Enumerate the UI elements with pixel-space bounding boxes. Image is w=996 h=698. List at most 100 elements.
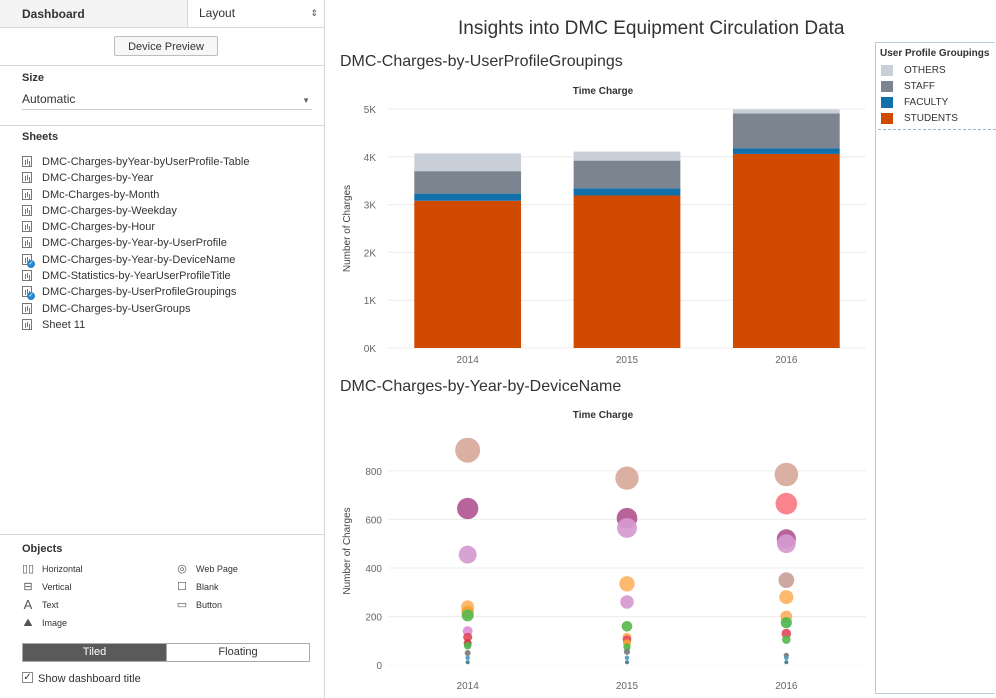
- worksheet-icon: [22, 302, 32, 314]
- object-label: Text: [42, 600, 59, 610]
- bar-segment: [573, 188, 681, 196]
- worksheet-icon: [22, 188, 32, 200]
- y-tick-label: 0: [376, 661, 382, 672]
- tab-layout-label: Layout: [199, 6, 236, 20]
- y-tick-label: 0K: [364, 344, 377, 355]
- sheet-item-label: DMC-Charges-by-Year: [42, 172, 154, 185]
- scatter-point: [464, 650, 471, 656]
- sheet-item-label: DMC-Charges-by-Hour: [42, 221, 156, 234]
- tiled-button[interactable]: Tiled: [23, 644, 166, 661]
- divider: [0, 125, 324, 126]
- object-label: Horizontal: [42, 564, 83, 574]
- scatter-point: [461, 609, 474, 622]
- legend-swatch: [881, 97, 893, 108]
- bar-segment: [732, 109, 840, 114]
- scatter-point: [778, 572, 795, 589]
- scatter-point: [619, 576, 635, 592]
- scatter-point: [620, 595, 634, 609]
- bar-segment: [573, 195, 681, 348]
- worksheet-icon: [22, 204, 32, 216]
- size-value: Automatic: [22, 92, 76, 106]
- size-dropdown[interactable]: Automatic ▼: [22, 91, 312, 110]
- sheets-title: Sheets: [22, 131, 59, 143]
- bar-segment: [414, 193, 522, 201]
- objects-title: Objects: [22, 543, 63, 555]
- scatter-point: [625, 660, 629, 665]
- y-tick-label: 4K: [364, 153, 377, 164]
- legend-label: FACULTY: [904, 97, 949, 108]
- up-down-arrow-icon: ⇕: [310, 8, 318, 18]
- scatter-point: [463, 641, 472, 650]
- button-icon: ▭: [176, 599, 188, 611]
- chevron-down-icon: ▼: [302, 96, 310, 105]
- scatter-point: [779, 590, 794, 605]
- y-tick-label: 600: [365, 515, 382, 526]
- sheet-item-label: DMC-Charges-by-UserGroups: [42, 302, 191, 315]
- bar-segment: [732, 113, 840, 149]
- legend-swatch: [881, 113, 893, 124]
- image-icon: ⛰: [23, 617, 33, 629]
- object-label: Button: [196, 600, 223, 610]
- text-icon: A: [23, 597, 33, 612]
- bar-segment: [732, 153, 840, 348]
- chart-subtitle: Time Charge: [573, 410, 634, 421]
- floating-button[interactable]: Floating: [166, 644, 309, 661]
- sheet-item-label: DMC-Charges-by-UserProfileGroupings: [42, 286, 237, 299]
- divider: [0, 65, 324, 66]
- bar-segment: [414, 171, 522, 194]
- tab-layout[interactable]: Layout ⇕: [187, 0, 324, 28]
- dashboard-pane: Dashboard Layout ⇕ Device Preview Size A…: [0, 0, 325, 698]
- sheet-item-label: DMc-Charges-by-Month: [42, 188, 160, 201]
- legend-label: STAFF: [904, 81, 935, 92]
- worksheet-icon: [22, 237, 32, 249]
- scatter-point: [465, 660, 470, 665]
- sheet-item-label: Sheet 11: [42, 318, 86, 331]
- object-label: Vertical: [42, 582, 72, 592]
- object-label: Blank: [196, 582, 219, 592]
- scatter-point: [624, 655, 630, 661]
- stacked-bar-chart: Time Charge 0K 1K 2K 3K 4K 5K Number of Charges…: [342, 86, 866, 366]
- scatter-point: [455, 437, 481, 463]
- x-tick-label: 2015: [616, 681, 639, 692]
- scatter-point: [621, 620, 633, 632]
- scatter-point: [774, 462, 799, 487]
- scatter-point: [458, 545, 477, 564]
- scatter-point: [465, 655, 470, 661]
- dashboard-title: Insights into DMC Equipment Circulation …: [458, 18, 845, 39]
- vertical-layout-icon: ⊟: [23, 581, 33, 593]
- divider: [0, 534, 324, 535]
- legend-swatch: [881, 81, 893, 92]
- x-tick-label: 2014: [457, 355, 480, 366]
- legend-title: User Profile Groupings: [880, 48, 990, 59]
- worksheet-icon: [22, 172, 32, 184]
- sheet-item-label: DMC-Charges-by-Year-by-UserProfile: [42, 237, 227, 250]
- scatter-point: [775, 492, 798, 515]
- bar-segment: [573, 160, 681, 189]
- color-legend: User Profile Groupings OTHERS STAFF FACULT…: [875, 42, 996, 694]
- sheet-item-label: DMC-Charges-byYear-byUserProfile-Table: [42, 156, 250, 168]
- sheet-item-label: DMC-Charges-by-Weekday: [42, 204, 177, 217]
- x-tick-label: 2016: [775, 681, 798, 692]
- y-tick-label: 400: [365, 564, 382, 575]
- chart1-title: DMC-Charges-by-UserProfileGroupings: [340, 53, 623, 70]
- pane-tabs: Dashboard Layout ⇕: [0, 0, 324, 28]
- sheet-item-label: DMC-Charges-by-Year-by-DeviceName: [42, 253, 236, 266]
- size-title: Size: [22, 72, 45, 84]
- legend-label: OTHERS: [904, 65, 946, 76]
- scatter-point: [617, 517, 637, 538]
- y-tick-label: 1K: [364, 296, 377, 307]
- x-tick-label: 2015: [616, 355, 639, 366]
- tab-dashboard[interactable]: Dashboard: [0, 0, 187, 28]
- device-preview-button[interactable]: Device Preview: [114, 36, 218, 56]
- scatter-point: [784, 655, 789, 661]
- y-tick-label: 3K: [364, 201, 377, 212]
- object-label: Web Page: [196, 564, 238, 574]
- bar-segment: [414, 153, 522, 172]
- worksheet-icon: [22, 221, 32, 233]
- y-tick-label: 200: [365, 613, 382, 624]
- scatter-point: [457, 497, 479, 520]
- bar-segment: [732, 148, 840, 154]
- x-tick-label: 2016: [775, 355, 798, 366]
- scatter-point: [776, 534, 796, 554]
- worksheet-in-use-icon: [22, 286, 35, 301]
